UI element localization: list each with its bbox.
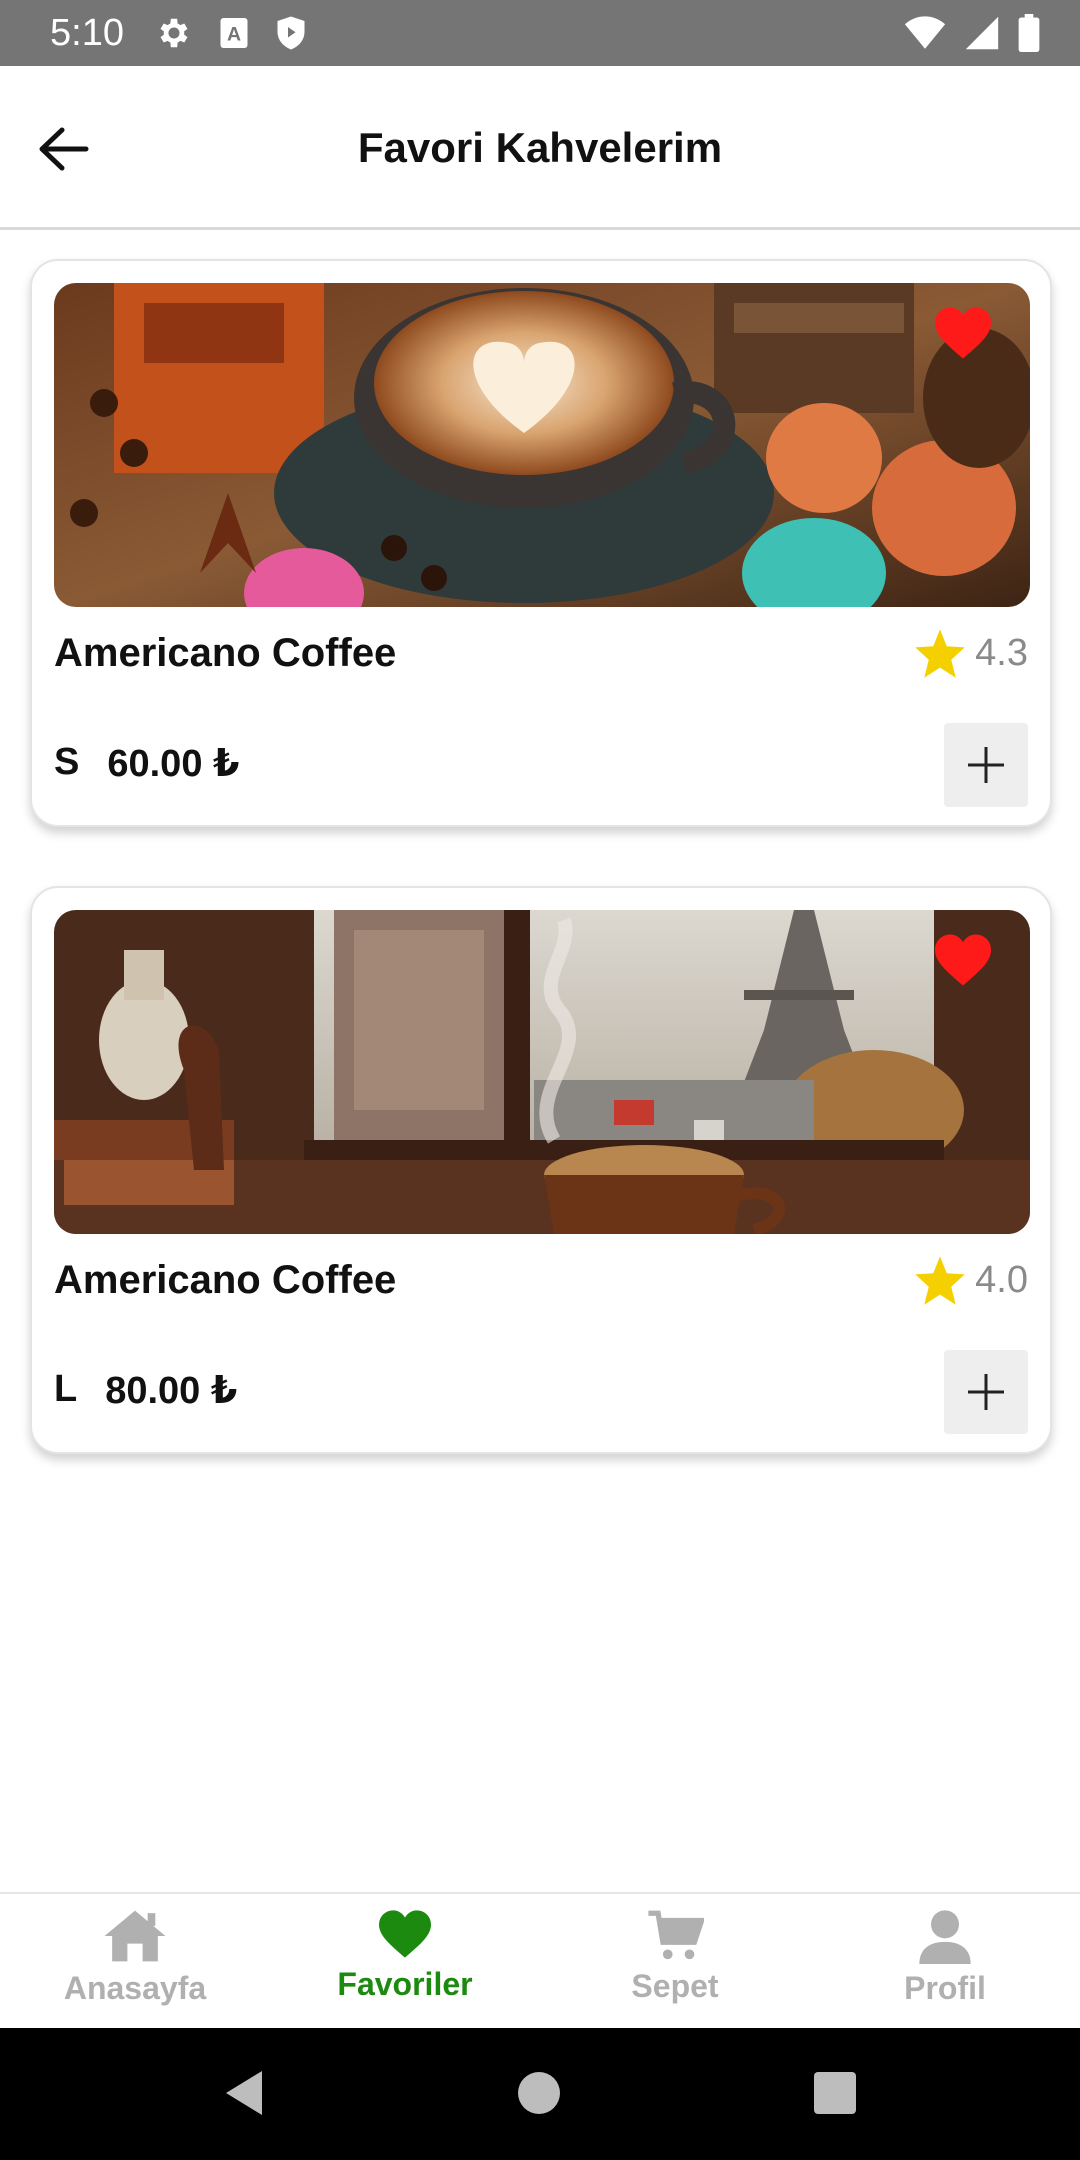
nav-label-favorites: Favoriler: [337, 1966, 473, 2002]
latte-art-image: [54, 283, 1030, 607]
add-to-cart-button[interactable]: [944, 1350, 1028, 1434]
paris-coffee-image: [54, 910, 1030, 1234]
status-icons-right: [904, 14, 1040, 52]
nav-item-favorites[interactable]: Favoriler: [270, 1894, 540, 2028]
rating: 4.3: [913, 627, 1028, 679]
system-nav-bar: [0, 2028, 1080, 2160]
favorite-card[interactable]: Americano Coffee 4.3 S 60.00 ₺: [30, 259, 1052, 827]
size-label: S: [54, 741, 80, 783]
product-image[interactable]: [54, 283, 1030, 607]
price-row: S 60.00 ₺: [54, 741, 239, 786]
a-badge-icon: A: [220, 18, 248, 48]
bottom-nav: Anasayfa Favoriler Sepet Profil: [0, 1892, 1080, 2028]
star-icon: [915, 1256, 965, 1305]
nav-label-home: Anasayfa: [63, 1970, 207, 2006]
nav-item-profile[interactable]: Profil: [810, 1894, 1080, 2028]
battery-icon: [1018, 14, 1040, 52]
rating: 4.0: [913, 1254, 1028, 1306]
heart-favorite-icon[interactable]: [932, 305, 994, 361]
status-bar: 5:10 A: [0, 0, 1080, 66]
system-recents-icon[interactable]: [814, 2072, 856, 2114]
status-icons-left: A: [155, 14, 307, 52]
nav-item-cart[interactable]: Sepet: [540, 1894, 810, 2028]
add-to-cart-button[interactable]: [944, 723, 1028, 807]
heart-icon: [379, 1910, 431, 1958]
cart-icon: [648, 1910, 704, 1960]
shield-icon: [277, 16, 305, 50]
nav-label-cart: Sepet: [631, 1968, 719, 2004]
rating-value: 4.3: [975, 631, 1028, 674]
home-icon: [104, 1910, 166, 1962]
gear-icon: [160, 18, 188, 48]
plus-icon: [968, 747, 1004, 783]
product-image[interactable]: [54, 910, 1030, 1234]
product-name: Americano Coffee: [54, 631, 397, 675]
signal-icon: [965, 16, 999, 50]
plus-icon: [968, 1374, 1004, 1410]
person-icon: [919, 1910, 971, 1964]
heart-favorite-icon[interactable]: [932, 932, 994, 988]
page-title: Favori Kahvelerim: [357, 124, 723, 171]
nav-item-home[interactable]: Anasayfa: [0, 1894, 270, 2028]
app-bar: Favori Kahvelerim: [0, 66, 1080, 230]
product-name: Americano Coffee: [54, 1258, 397, 1302]
star-icon: [915, 629, 965, 678]
favorite-card[interactable]: Americano Coffee 4.0 L 80.00 ₺: [30, 886, 1052, 1454]
svg-text:A: A: [227, 24, 241, 46]
status-time: 5:10: [50, 12, 124, 54]
rating-value: 4.0: [975, 1258, 1028, 1301]
size-label: L: [54, 1368, 78, 1410]
wifi-icon: [904, 16, 946, 49]
nav-label-profile: Profil: [904, 1970, 986, 2006]
system-home-icon[interactable]: [518, 2072, 560, 2114]
price-label: 80.00 ₺: [105, 1370, 238, 1412]
price-label: 60.00 ₺: [107, 743, 240, 785]
price-row: L 80.00 ₺: [54, 1368, 237, 1413]
system-back-icon[interactable]: [222, 2068, 266, 2118]
